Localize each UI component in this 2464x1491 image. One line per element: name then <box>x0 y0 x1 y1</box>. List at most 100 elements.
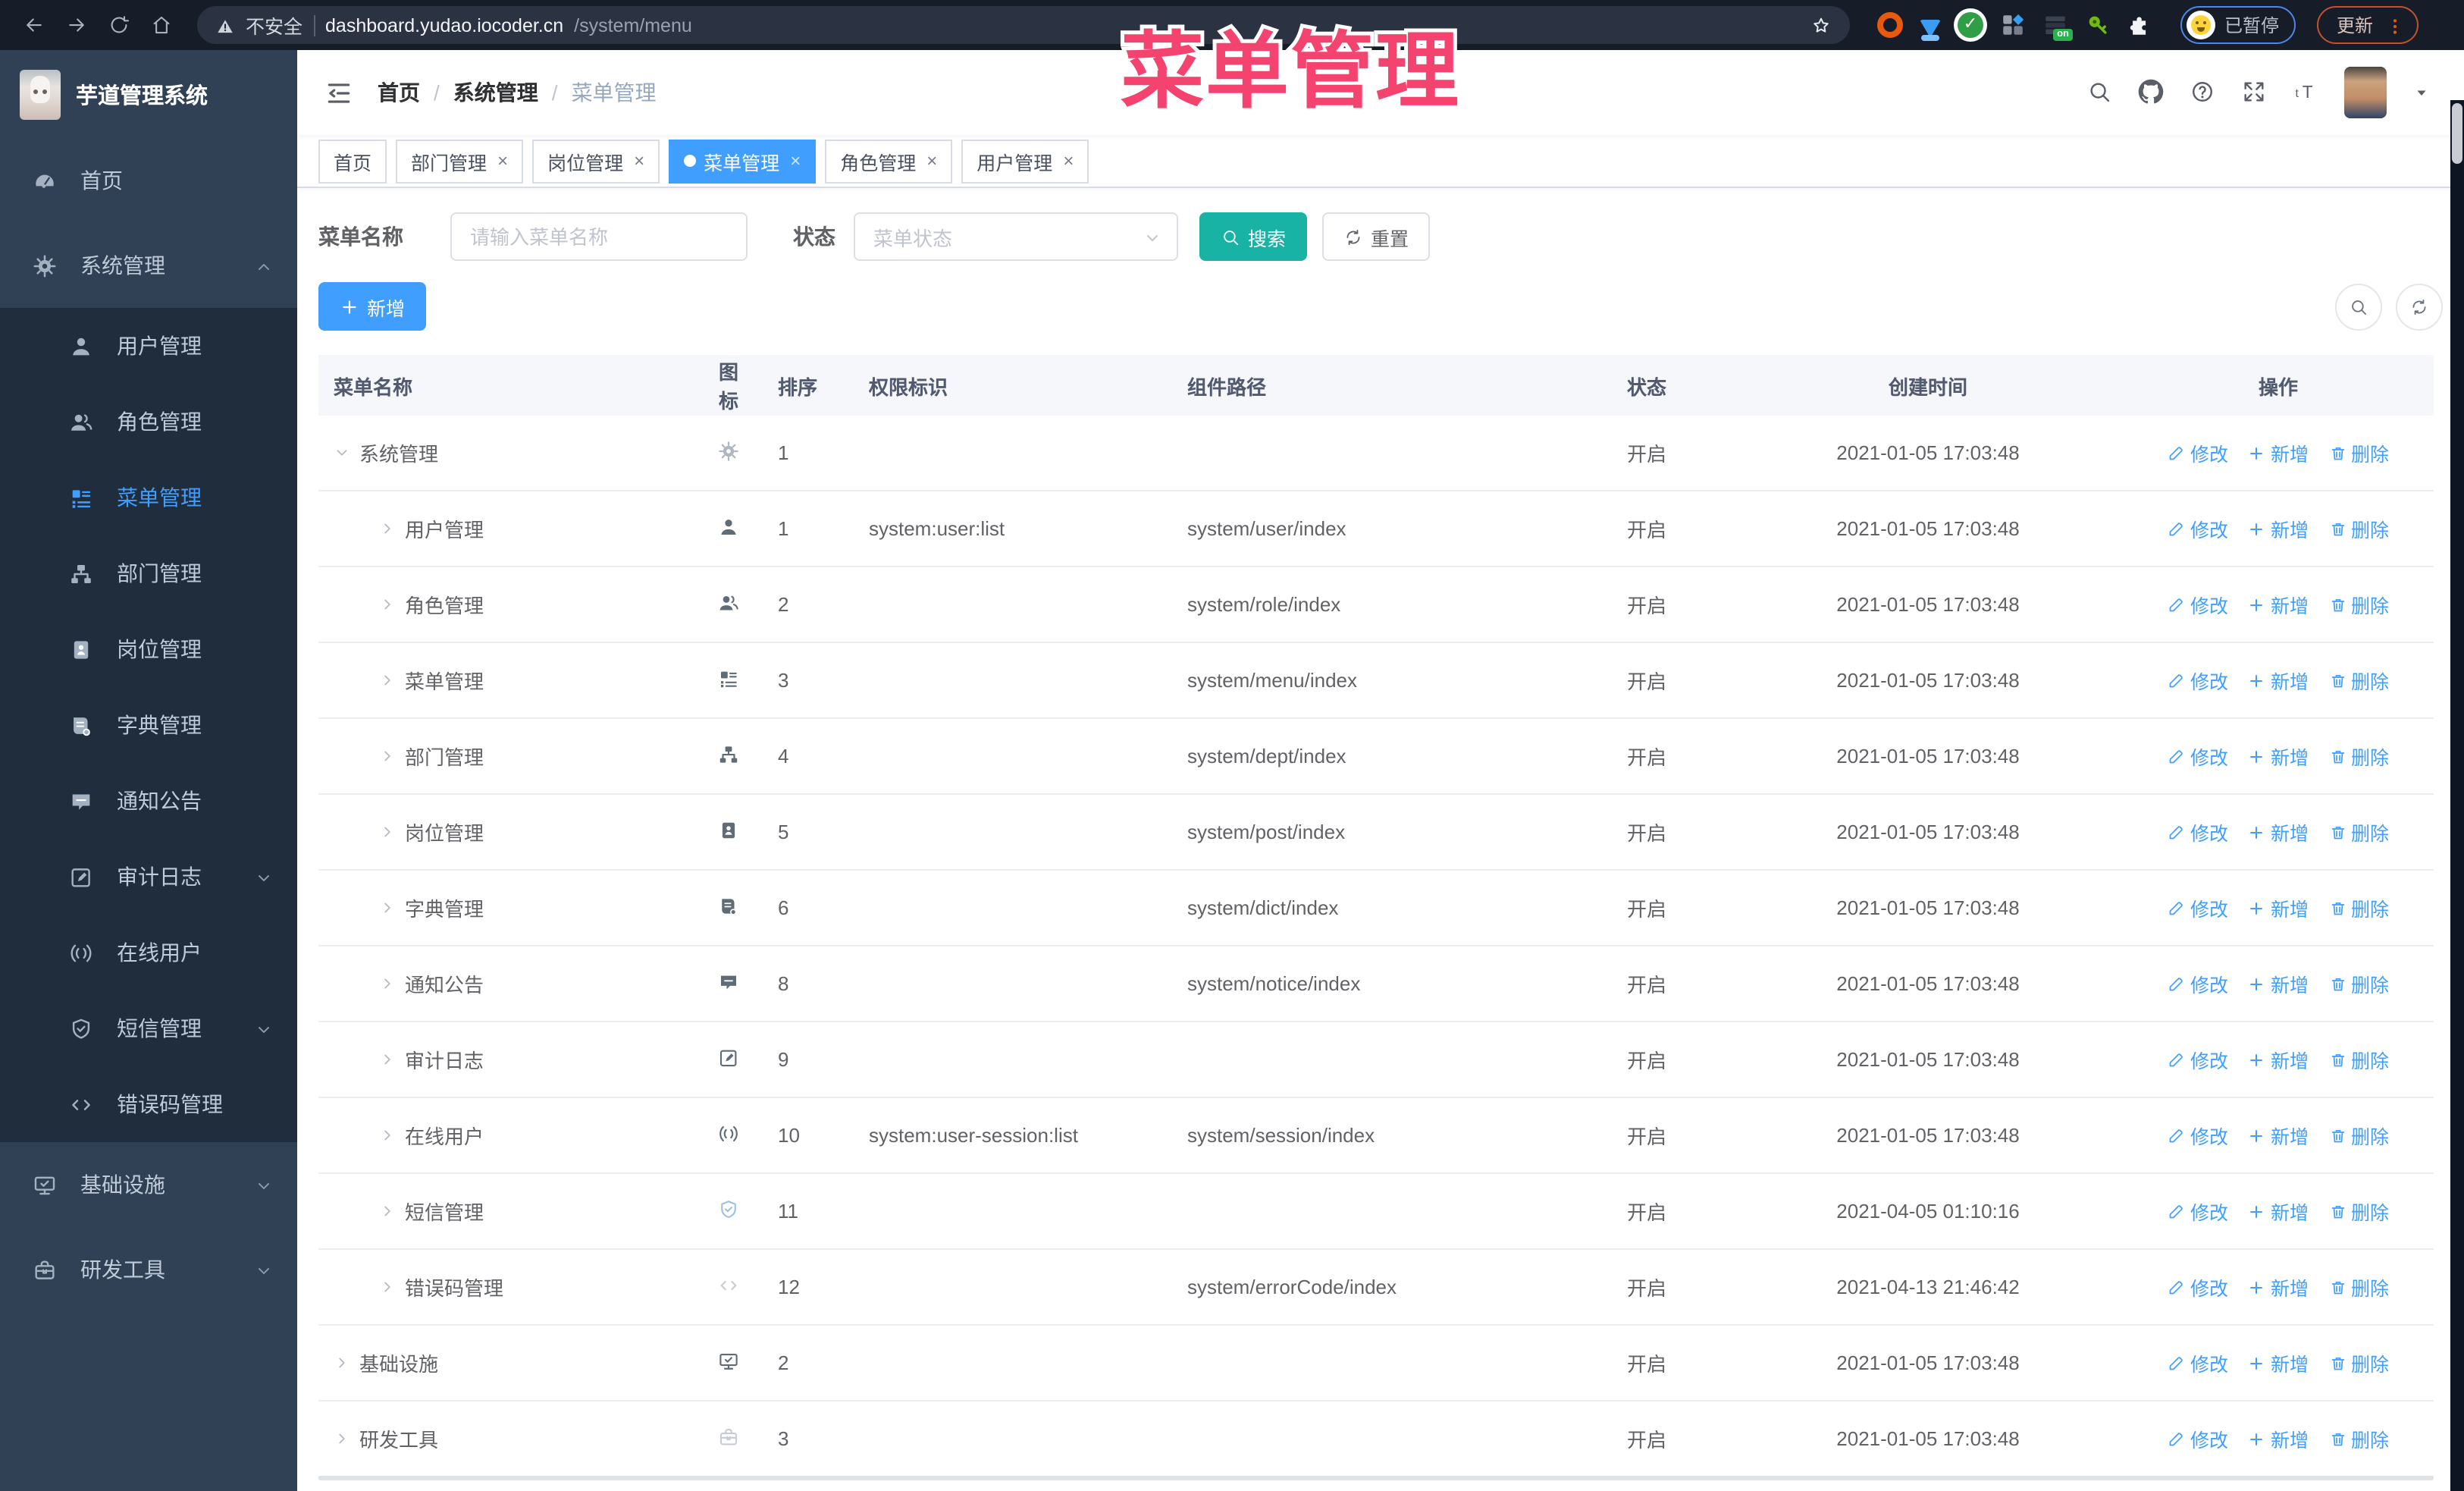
help-question-icon[interactable] <box>2190 79 2215 106</box>
browser-reload-icon[interactable] <box>100 7 136 43</box>
sidebar-item-infra[interactable]: 基础设施 <box>0 1142 297 1227</box>
sidebar-fold-icon[interactable] <box>324 78 353 107</box>
avatar-caret-down-icon[interactable] <box>2412 79 2431 106</box>
edit-row-button[interactable]: 修改 <box>2168 742 2228 771</box>
add-child-row-button[interactable]: 新增 <box>2248 1273 2309 1301</box>
browser-menu-dots-icon[interactable] <box>2385 14 2405 36</box>
address-bar[interactable]: 不安全 dashboard.yudao.iocoder.cn/system/me… <box>197 6 1850 44</box>
expand-row-icon[interactable] <box>379 748 396 764</box>
extension-tiles-icon[interactable] <box>2000 12 2026 38</box>
refresh-table-button[interactable] <box>2396 283 2443 330</box>
expand-row-icon[interactable] <box>334 1430 350 1447</box>
delete-row-button[interactable]: 删除 <box>2328 438 2389 467</box>
delete-row-button[interactable]: 删除 <box>2328 1348 2389 1377</box>
edit-row-button[interactable]: 修改 <box>2168 1273 2228 1301</box>
breadcrumb-home[interactable]: 首页 <box>378 77 420 108</box>
sidebar-item-menu[interactable]: 菜单管理 <box>0 460 297 535</box>
close-icon[interactable]: × <box>1063 150 1074 171</box>
browser-forward-icon[interactable] <box>58 7 94 43</box>
extension-key-icon[interactable] <box>2085 12 2111 38</box>
edit-row-button[interactable]: 修改 <box>2168 590 2228 619</box>
delete-row-button[interactable]: 删除 <box>2328 742 2389 771</box>
sidebar-item-auditlog[interactable]: 审计日志 <box>0 839 297 915</box>
expand-row-icon[interactable] <box>379 1279 396 1295</box>
expand-row-icon[interactable] <box>379 1203 396 1219</box>
header-search-icon[interactable] <box>2086 79 2112 106</box>
delete-row-button[interactable]: 删除 <box>2328 1424 2389 1453</box>
delete-row-button[interactable]: 删除 <box>2328 590 2389 619</box>
expand-row-icon[interactable] <box>379 975 396 992</box>
user-avatar[interactable] <box>2344 67 2387 118</box>
status-select[interactable]: 菜单状态 <box>854 212 1178 261</box>
edit-row-button[interactable]: 修改 <box>2168 818 2228 846</box>
edit-row-button[interactable]: 修改 <box>2168 438 2228 467</box>
extension-blue-gem-icon[interactable] <box>1920 19 1941 40</box>
add-child-row-button[interactable]: 新增 <box>2248 1348 2309 1377</box>
browser-profile-chip[interactable]: 已暂停 <box>2180 6 2296 44</box>
edit-row-button[interactable]: 修改 <box>2168 893 2228 922</box>
tab-role[interactable]: 角色管理 × <box>825 139 953 183</box>
fullscreen-icon[interactable] <box>2241 79 2267 106</box>
bookmark-star-icon[interactable] <box>1810 14 1832 36</box>
sidebar-item-user[interactable]: 用户管理 <box>0 308 297 384</box>
sidebar-item-online[interactable]: 在线用户 <box>0 915 297 990</box>
table-horizontal-scrollbar[interactable] <box>318 1476 2434 1480</box>
edit-row-button[interactable]: 修改 <box>2168 1197 2228 1226</box>
expand-row-icon[interactable] <box>379 824 396 840</box>
add-child-row-button[interactable]: 新增 <box>2248 514 2309 543</box>
expand-row-icon[interactable] <box>379 899 396 916</box>
app-logo-row[interactable]: 芋道管理系统 <box>0 50 297 138</box>
tab-home[interactable]: 首页 <box>318 139 387 183</box>
tab-dept[interactable]: 部门管理 × <box>396 139 524 183</box>
edit-row-button[interactable]: 修改 <box>2168 1424 2228 1453</box>
breadcrumb-system[interactable]: 系统管理 <box>453 77 538 108</box>
add-child-row-button[interactable]: 新增 <box>2248 742 2309 771</box>
sidebar-item-system[interactable]: 系统管理 <box>0 223 297 308</box>
delete-row-button[interactable]: 删除 <box>2328 1197 2389 1226</box>
delete-row-button[interactable]: 删除 <box>2328 969 2389 998</box>
close-icon[interactable]: × <box>926 150 937 171</box>
expand-row-icon[interactable] <box>334 1354 350 1371</box>
sidebar-item-notice[interactable]: 通知公告 <box>0 763 297 839</box>
sidebar-item-dict[interactable]: 字典管理 <box>0 687 297 763</box>
sidebar-item-devtools[interactable]: 研发工具 <box>0 1227 297 1312</box>
add-child-row-button[interactable]: 新增 <box>2248 666 2309 695</box>
browser-update-button[interactable]: 更新 <box>2317 6 2419 44</box>
sidebar-item-dept[interactable]: 部门管理 <box>0 535 297 611</box>
toggle-search-button[interactable] <box>2335 283 2382 330</box>
tab-post[interactable]: 岗位管理 × <box>532 139 660 183</box>
expand-row-icon[interactable] <box>379 672 396 689</box>
delete-row-button[interactable]: 删除 <box>2328 666 2389 695</box>
delete-row-button[interactable]: 删除 <box>2328 1273 2389 1301</box>
add-menu-button[interactable]: 新增 <box>318 282 427 331</box>
edit-row-button[interactable]: 修改 <box>2168 1348 2228 1377</box>
tab-user[interactable]: 用户管理 × <box>961 139 1089 183</box>
close-icon[interactable]: × <box>790 150 801 171</box>
edit-row-button[interactable]: 修改 <box>2168 1045 2228 1074</box>
sidebar-item-role[interactable]: 角色管理 <box>0 384 297 460</box>
extension-orange-ring-icon[interactable] <box>1877 12 1903 38</box>
expand-row-icon[interactable] <box>379 596 396 613</box>
expand-row-icon[interactable] <box>379 520 396 537</box>
font-size-icon[interactable]: tT <box>2293 79 2318 106</box>
add-child-row-button[interactable]: 新增 <box>2248 893 2309 922</box>
menu-name-input[interactable] <box>450 212 748 261</box>
edit-row-button[interactable]: 修改 <box>2168 969 2228 998</box>
sidebar-item-errorcode[interactable]: 错误码管理 <box>0 1066 297 1142</box>
extension-puzzle-icon[interactable] <box>2127 12 2153 38</box>
sidebar-item-post[interactable]: 岗位管理 <box>0 611 297 687</box>
add-child-row-button[interactable]: 新增 <box>2248 969 2309 998</box>
reset-button[interactable]: 重置 <box>1322 212 1431 261</box>
sidebar-item-sms[interactable]: 短信管理 <box>0 990 297 1066</box>
collapse-row-icon[interactable] <box>334 444 350 461</box>
close-icon[interactable]: × <box>634 150 644 171</box>
edit-row-button[interactable]: 修改 <box>2168 1121 2228 1150</box>
browser-back-icon[interactable] <box>15 7 52 43</box>
delete-row-button[interactable]: 删除 <box>2328 893 2389 922</box>
tab-menu[interactable]: 菜单管理 × <box>669 139 817 183</box>
delete-row-button[interactable]: 删除 <box>2328 818 2389 846</box>
add-child-row-button[interactable]: 新增 <box>2248 1197 2309 1226</box>
expand-row-icon[interactable] <box>379 1051 396 1068</box>
close-icon[interactable]: × <box>497 150 508 171</box>
expand-row-icon[interactable] <box>379 1127 396 1144</box>
